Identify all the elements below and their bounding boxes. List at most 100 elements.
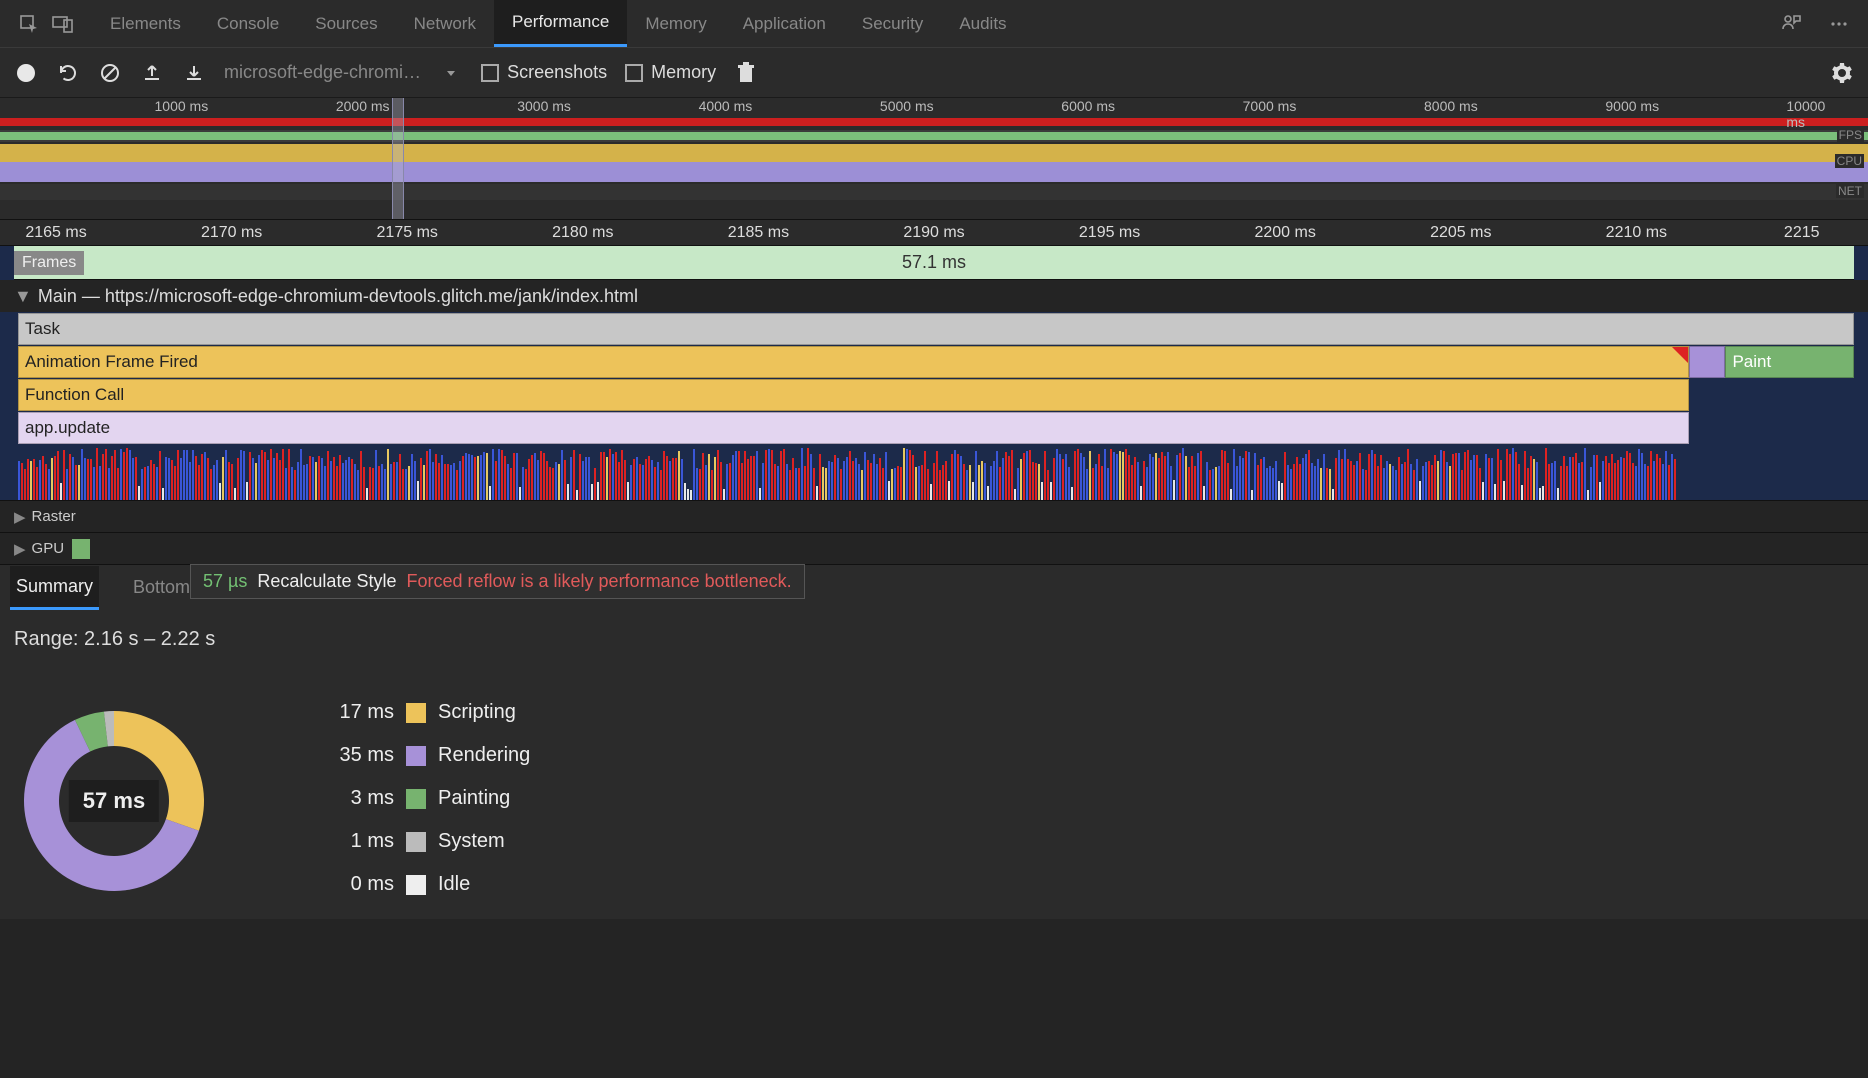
profile-dropdown-icon[interactable]	[439, 61, 463, 85]
memory-checkbox[interactable]: Memory	[625, 62, 716, 83]
tab-performance[interactable]: Performance	[494, 0, 627, 47]
legend-row-painting: 3 ms Painting	[324, 787, 530, 810]
legend-ms: 35 ms	[324, 744, 394, 767]
legend-swatch	[406, 832, 426, 852]
tab-console[interactable]: Console	[199, 2, 297, 46]
overview-tick: 6000 ms	[1061, 98, 1115, 114]
record-button[interactable]	[14, 61, 38, 85]
feedback-icon[interactable]	[1774, 7, 1808, 41]
collect-garbage-button[interactable]	[734, 61, 758, 85]
legend-ms: 0 ms	[324, 873, 394, 896]
raster-label: Raster	[32, 508, 76, 525]
zoom-tick: 2190 ms	[903, 224, 964, 242]
legend-swatch	[406, 703, 426, 723]
memory-label: Memory	[651, 62, 716, 83]
function-call-bar[interactable]: Function Call	[18, 379, 1689, 411]
screenshots-label: Screenshots	[507, 62, 607, 83]
overview-tick: 5000 ms	[880, 98, 934, 114]
overview-fps-lane: FPS	[0, 130, 1868, 142]
tab-audits[interactable]: Audits	[941, 2, 1024, 46]
app-update-bar[interactable]: app.update	[18, 412, 1689, 444]
tab-security[interactable]: Security	[844, 2, 941, 46]
raster-section[interactable]: ▶ Raster	[0, 500, 1868, 532]
overview-net-lane: NET	[0, 184, 1868, 200]
flame-row-task[interactable]: Task	[18, 313, 1854, 345]
main-thread-label: Main — https://microsoft-edge-chromium-d…	[38, 286, 638, 307]
profile-selector[interactable]: microsoft-edge-chromi…	[224, 62, 421, 83]
tab-memory[interactable]: Memory	[627, 2, 724, 46]
legend-label: Painting	[438, 787, 510, 810]
legend-ms: 3 ms	[324, 787, 394, 810]
gpu-label: GPU	[32, 540, 65, 557]
overview-cpu-lane: CPU	[0, 144, 1868, 182]
layout-bar[interactable]	[1689, 346, 1726, 378]
legend-swatch	[406, 789, 426, 809]
flame-row-app[interactable]: app.update	[18, 412, 1854, 444]
overview-tick: 3000 ms	[517, 98, 571, 114]
flame-row-aff[interactable]: Animation Frame Fired Paint	[18, 346, 1854, 378]
task-bar-label: Task	[25, 319, 60, 339]
flame-row-fn[interactable]: Function Call	[18, 379, 1854, 411]
overview-viewport-window[interactable]	[392, 98, 404, 219]
performance-toolbar: microsoft-edge-chromi… Screenshots Memor…	[0, 48, 1868, 98]
details-tab-summary[interactable]: Summary	[10, 566, 99, 610]
legend-label: Idle	[438, 873, 470, 896]
animation-frame-fired-bar[interactable]: Animation Frame Fired	[18, 346, 1689, 378]
paint-bar[interactable]: Paint	[1725, 346, 1854, 378]
summary-range: Range: 2.16 s – 2.22 s	[14, 628, 1854, 651]
tab-network[interactable]: Network	[396, 2, 494, 46]
app-bar-label: app.update	[25, 418, 110, 438]
gpu-section[interactable]: ▶ GPU	[0, 532, 1868, 564]
fps-label: FPS	[1837, 128, 1864, 142]
capture-settings-button[interactable]	[1830, 61, 1854, 85]
zoom-tick: 2205 ms	[1430, 224, 1491, 242]
zoom-tick: 2200 ms	[1254, 224, 1315, 242]
legend-label: System	[438, 830, 505, 853]
device-toggle-icon[interactable]	[46, 7, 80, 41]
tooltip-warning: Forced reflow is a likely performance bo…	[406, 571, 791, 592]
tab-application[interactable]: Application	[725, 2, 844, 46]
legend-label: Scripting	[438, 701, 516, 724]
legend-row-rendering: 35 ms Rendering	[324, 744, 530, 767]
fn-bar-label: Function Call	[25, 385, 124, 405]
zoom-tick: 2185 ms	[728, 224, 789, 242]
frames-track-label: Frames	[14, 251, 84, 275]
inspect-icon[interactable]	[12, 7, 46, 41]
overview-ruler: 1000 ms2000 ms3000 ms4000 ms5000 ms6000 …	[0, 98, 1868, 116]
legend-swatch	[406, 746, 426, 766]
activity-legend: 17 msScripting35 msRendering3 msPainting…	[324, 701, 530, 896]
flame-microbars[interactable]	[18, 444, 1854, 500]
tab-elements[interactable]: Elements	[92, 2, 199, 46]
reload-button[interactable]	[56, 61, 80, 85]
zoomed-ruler[interactable]: 2165 ms2170 ms2175 ms2180 ms2185 ms2190 …	[0, 220, 1868, 246]
flame-tooltip: 57 µs Recalculate Style Forced reflow is…	[190, 564, 805, 599]
net-label: NET	[1836, 184, 1864, 198]
legend-swatch	[406, 875, 426, 895]
more-icon[interactable]	[1822, 7, 1856, 41]
save-profile-button[interactable]	[182, 61, 206, 85]
donut-total: 57 ms	[69, 780, 159, 822]
legend-label: Rendering	[438, 744, 530, 767]
flame-chart[interactable]: Frames 57.1 ms ▼ Main — https://microsof…	[0, 246, 1868, 564]
clear-button[interactable]	[98, 61, 122, 85]
zoom-tick: 2210 ms	[1606, 224, 1667, 242]
overview-tick: 8000 ms	[1424, 98, 1478, 114]
main-thread-header[interactable]: ▼ Main — https://microsoft-edge-chromium…	[0, 280, 1868, 312]
summary-pane: Range: 2.16 s – 2.22 s 57 ms 17 msScript…	[0, 610, 1868, 919]
tab-sources[interactable]: Sources	[297, 2, 395, 46]
legend-row-system: 1 msSystem	[324, 830, 530, 853]
timeline-overview[interactable]: 1000 ms2000 ms3000 ms4000 ms5000 ms6000 …	[0, 98, 1868, 220]
task-bar[interactable]: Task	[18, 313, 1854, 345]
overview-tick: 1000 ms	[154, 98, 208, 114]
screenshots-checkbox[interactable]: Screenshots	[481, 62, 607, 83]
zoom-tick: 2170 ms	[201, 224, 262, 242]
tooltip-name: Recalculate Style	[257, 571, 396, 592]
frame-duration: 57.1 ms	[902, 252, 966, 273]
frames-track[interactable]: Frames 57.1 ms	[14, 246, 1854, 280]
chevron-right-icon: ▶	[14, 540, 26, 558]
devtools-topbar: ElementsConsoleSourcesNetworkPerformance…	[0, 0, 1868, 48]
load-profile-button[interactable]	[140, 61, 164, 85]
zoom-tick: 2175 ms	[377, 224, 438, 242]
chevron-down-icon: ▼	[14, 286, 32, 307]
overview-tick: 2000 ms	[336, 98, 390, 114]
